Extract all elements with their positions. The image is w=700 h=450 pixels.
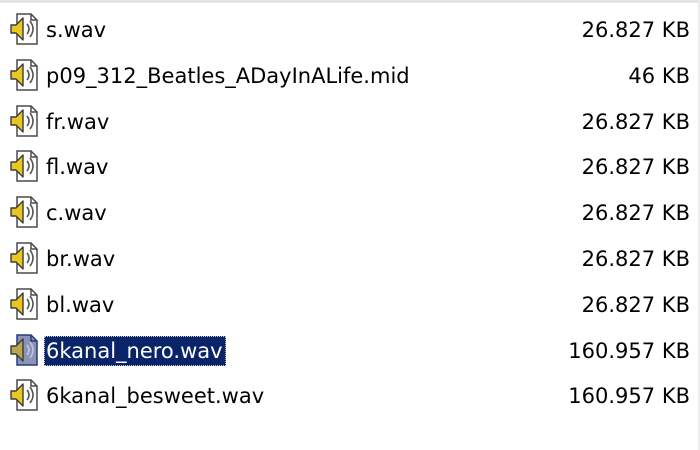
file-list: s.wav 26.827 KB p09_312_Beatles_ADayInAL… — [0, 7, 700, 419]
file-size: 26.827 KB — [581, 201, 690, 226]
file-size: 160.957 KB — [568, 338, 690, 363]
file-name: bl.wav — [46, 292, 115, 317]
audio-file-icon — [8, 333, 40, 367]
file-name: fr.wav — [46, 109, 110, 134]
file-size: 26.827 KB — [581, 109, 690, 134]
file-name: br.wav — [46, 246, 116, 271]
audio-file-icon — [8, 287, 40, 321]
file-row[interactable]: fr.wav 26.827 KB — [0, 99, 700, 145]
file-row-selected[interactable]: 6kanal_nero.wav 160.957 KB — [0, 328, 700, 374]
file-name: 6kanal_nero.wav — [44, 335, 226, 366]
file-row[interactable]: bl.wav 26.827 KB — [0, 282, 700, 328]
audio-file-icon — [8, 149, 40, 183]
audio-file-icon — [8, 195, 40, 229]
file-name: c.wav — [46, 201, 107, 226]
file-row[interactable]: c.wav 26.827 KB — [0, 190, 700, 236]
file-size: 26.827 KB — [581, 155, 690, 180]
file-size: 26.827 KB — [581, 18, 690, 42]
file-size: 26.827 KB — [581, 246, 690, 271]
file-row[interactable]: p09_312_Beatles_ADayInALife.mid 46 KB — [0, 53, 700, 99]
file-size: 46 KB — [628, 63, 690, 88]
file-row[interactable]: fl.wav 26.827 KB — [0, 144, 700, 190]
file-name: p09_312_Beatles_ADayInALife.mid — [46, 63, 410, 88]
file-row[interactable]: s.wav 26.827 KB — [0, 7, 700, 53]
file-size: 26.827 KB — [581, 292, 690, 317]
audio-file-icon — [8, 58, 40, 92]
audio-file-icon — [8, 104, 40, 138]
window-top-border — [0, 0, 700, 3]
file-name: fl.wav — [46, 155, 109, 180]
file-name: s.wav — [46, 18, 107, 42]
audio-file-icon — [8, 241, 40, 275]
audio-file-icon — [8, 12, 40, 46]
file-name: 6kanal_besweet.wav — [46, 384, 265, 409]
file-row[interactable]: 6kanal_besweet.wav 160.957 KB — [0, 373, 700, 419]
file-row[interactable]: br.wav 26.827 KB — [0, 236, 700, 282]
file-size: 160.957 KB — [568, 384, 690, 409]
audio-file-icon — [8, 378, 40, 412]
